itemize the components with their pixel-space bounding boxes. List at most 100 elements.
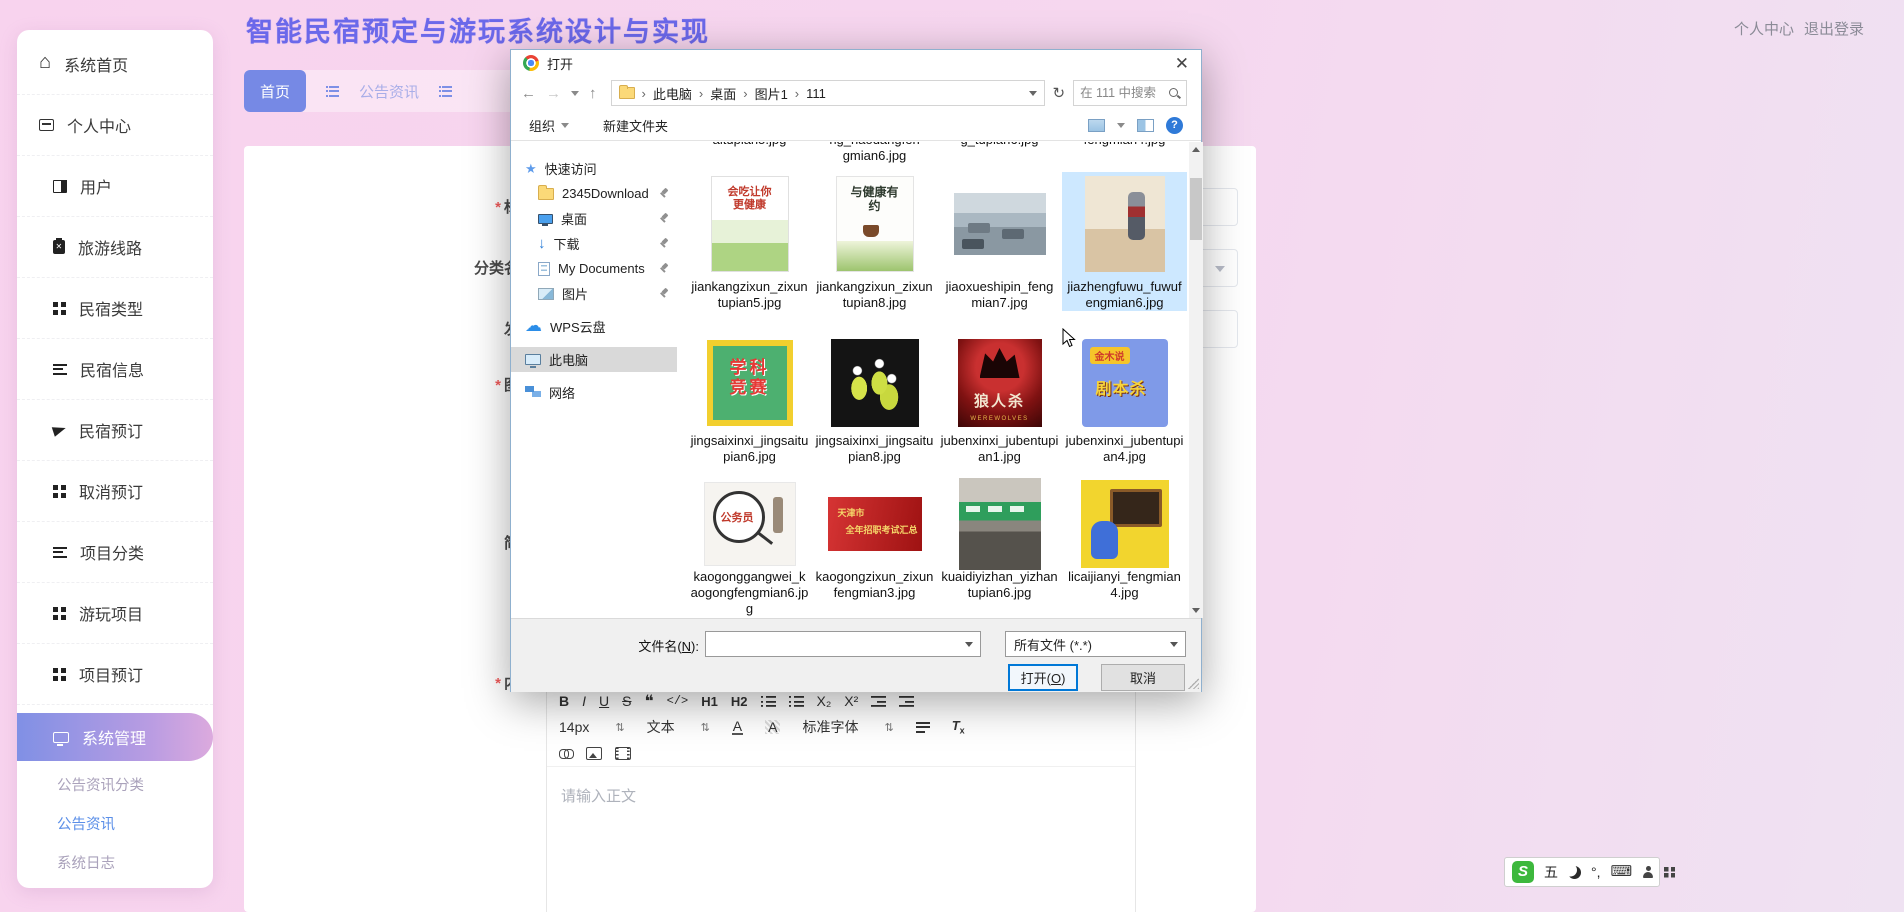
sidebar-item[interactable]: 系统首页 [17,34,213,95]
close-icon[interactable]: ✕ [1175,55,1189,72]
font-size-select[interactable]: 14px⇅ [559,719,625,735]
quote-button[interactable]: ❝ [644,693,653,710]
ordered-list-button[interactable] [761,695,776,707]
organize-button[interactable]: 组织 [529,116,569,135]
user-center-link[interactable]: 个人中心 [1734,18,1794,39]
unordered-list-button[interactable] [789,695,804,707]
bold-button[interactable]: B [559,694,569,708]
tree-item[interactable]: 2345Download [511,181,677,206]
view-dropdown-icon[interactable] [1117,123,1125,128]
file-item[interactable]: 会吃让你更健康jiankangzixun_zixuntupian5.jpg [687,172,812,311]
file-item[interactable]: 公务员kaogonggangwei_kaogongfengmian6.jpg [687,482,812,617]
sidebar-subitem[interactable]: 公告资讯分类 [17,765,213,804]
sidebar-item[interactable]: 民宿信息 [17,339,213,400]
scroll-up-icon[interactable] [1192,147,1200,152]
tree-item[interactable]: WPS云盘 [511,314,677,339]
history-dropdown-icon[interactable] [571,91,579,96]
back-icon[interactable]: ← [521,85,536,102]
logout-link[interactable]: 退出登录 [1804,18,1864,39]
code-button[interactable]: </> [667,695,689,707]
strike-button[interactable]: S [622,694,631,708]
align-button[interactable] [916,722,930,733]
scroll-thumb[interactable] [1190,178,1202,240]
refresh-icon[interactable]: ↻ [1053,84,1066,102]
open-button[interactable]: 打开(O) [1008,664,1078,691]
sidebar-item[interactable]: 个人中心 [17,95,213,156]
search-box[interactable] [1073,80,1187,106]
sidebar-item[interactable]: 游玩项目 [17,583,213,644]
tree-item[interactable]: 图片 [511,281,677,306]
file-item[interactable]: jiaoxueshipin_fengmian7.jpg [937,172,1062,311]
person-icon[interactable] [1642,866,1654,878]
link-icon[interactable] [559,749,573,758]
sogou-logo-icon[interactable] [1512,861,1534,883]
search-input[interactable] [1080,86,1168,100]
forward-icon[interactable]: → [546,85,561,102]
toolbox-grid-icon[interactable] [1664,867,1675,878]
chevron-down-icon[interactable] [1029,91,1037,96]
dialog-titlebar[interactable]: 打开 ✕ [511,50,1201,76]
file-item[interactable]: 与健康有约jiankangzixun_zixuntupian8.jpg [812,172,937,311]
video-icon[interactable] [615,747,631,760]
tree-item[interactable]: My Documents [511,256,677,281]
up-icon[interactable]: ↑ [589,85,597,102]
file-item[interactable]: 学科竞赛jingsaixinxi_jingsaitupian6.jpg [687,337,812,465]
breadcrumb-item[interactable]: 桌面 [710,84,736,103]
moon-icon[interactable] [1568,866,1581,879]
sidebar-item[interactable]: 民宿类型 [17,278,213,339]
file-item[interactable]: 天津市全年招职考试汇总kaogongzixun_zixunfengmian3.j… [812,482,937,617]
highlight-color-button[interactable]: A [765,720,780,734]
outdent-button[interactable] [871,695,886,707]
sidebar-item[interactable]: 项目分类 [17,522,213,583]
sidebar-subitem[interactable]: 公告资讯 [17,804,213,843]
sidebar-subitem[interactable]: 系统日志 [17,843,213,882]
superscript-button[interactable]: X² [844,694,858,708]
tree-item[interactable]: 桌面 [511,206,677,231]
sidebar-item[interactable]: 取消预订 [17,461,213,522]
tree-item[interactable]: 快速访问 [511,156,677,181]
new-folder-button[interactable]: 新建文件夹 [603,116,668,135]
file-item[interactable]: jingsaixinxi_jingsaitupian8.jpg [812,337,937,465]
font-family-select[interactable]: 标准字体⇅ [802,717,893,737]
filename-combo[interactable] [705,631,981,657]
tree-item[interactable]: 此电脑 [511,347,677,372]
ime-punct-button[interactable]: °, [1591,864,1601,880]
breadcrumb[interactable]: ›此电脑›桌面›图片1›111 [611,80,1045,106]
tree-item[interactable]: 网络 [511,380,677,405]
sidebar-item[interactable]: 系统管理 [17,713,213,761]
filetype-select[interactable]: 所有文件 (*.*) [1005,631,1186,657]
scroll-down-icon[interactable] [1192,608,1200,613]
tree-item[interactable]: 下载 [511,231,677,256]
resize-grip-icon[interactable] [1188,678,1199,689]
tab-announcement[interactable]: 公告资讯 [359,81,419,102]
scrollbar[interactable] [1189,142,1203,618]
underline-button[interactable]: U [599,694,609,708]
keyboard-icon[interactable] [1611,863,1633,881]
sidebar-item[interactable]: 旅游线路 [17,217,213,278]
breadcrumb-item[interactable]: 此电脑 [653,84,692,103]
sidebar-item[interactable]: 民宿预订 [17,400,213,461]
file-item[interactable]: 狼人杀WEREWOLVESjubenxinxi_jubentupian1.jpg [937,337,1062,465]
h1-button[interactable]: H1 [701,695,718,708]
tab-home[interactable]: 首页 [244,70,306,112]
italic-button[interactable]: I [582,694,586,708]
sidebar-item[interactable]: 项目预订 [17,644,213,705]
breadcrumb-item[interactable]: 111 [806,86,826,101]
h2-button[interactable]: H2 [731,695,748,708]
file-item[interactable]: 剧本杀金木说jubenxinxi_jubentupian4.jpg [1062,337,1187,465]
clear-format-button[interactable]: Tx [952,719,965,736]
image-icon[interactable] [586,747,602,760]
subscript-button[interactable]: X₂ [817,694,832,708]
file-item[interactable]: jiazhengfuwu_fuwufengmian6.jpg [1062,172,1187,311]
editor-content[interactable]: 请输入正文 [547,766,1135,906]
format-select[interactable]: 文本⇅ [647,717,710,737]
ime-wubi-button[interactable]: 五 [1544,862,1558,882]
help-icon[interactable] [1166,117,1183,134]
file-item[interactable]: kuaidiyizhan_yizhantupian6.jpg [937,482,1062,617]
breadcrumb-item[interactable]: 图片1 [755,84,788,103]
preview-pane-icon[interactable] [1137,119,1154,132]
indent-button[interactable] [899,695,914,707]
font-color-button[interactable]: A [732,719,743,735]
file-item[interactable]: licaijianyi_fengmian4.jpg [1062,482,1187,617]
filename-input[interactable] [709,634,959,654]
